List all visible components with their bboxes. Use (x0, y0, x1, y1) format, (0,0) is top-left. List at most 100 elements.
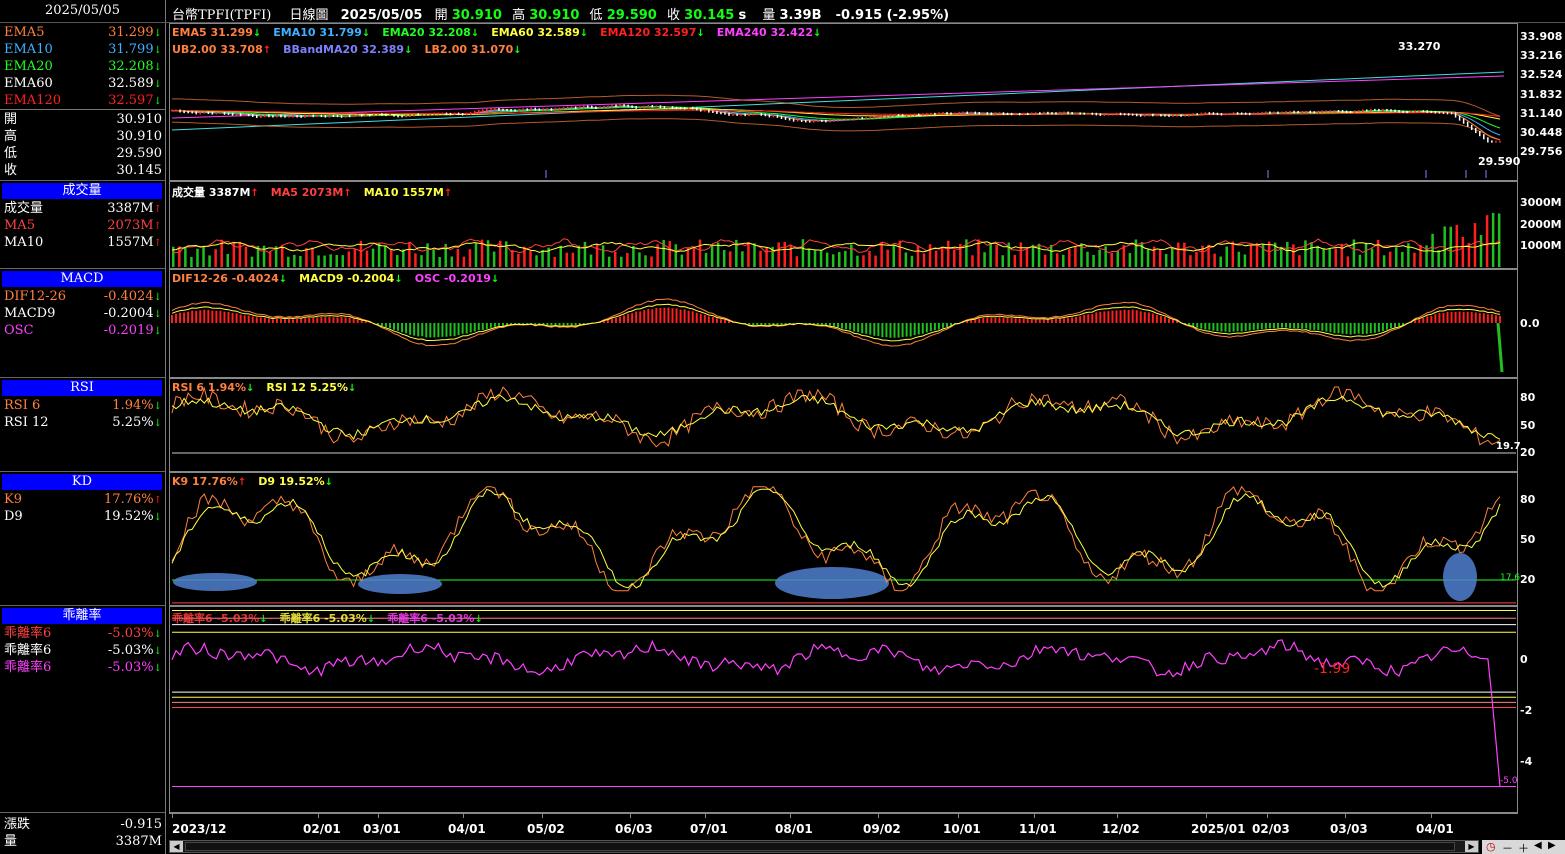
legend-item: MA10 1557M↑ (364, 186, 453, 199)
volume-bar (353, 248, 357, 267)
volume-bar (1195, 252, 1198, 267)
volume-bar (668, 241, 671, 267)
volume-bar (1382, 255, 1386, 267)
y-tick-label: 33.216 (1520, 49, 1563, 62)
clock-icon[interactable]: ◷ (1486, 840, 1496, 853)
volume-bar (559, 245, 562, 267)
volume-bar (710, 244, 714, 267)
volume-bar (989, 242, 992, 267)
volume-bar (238, 241, 242, 267)
arrow-down-icon: ↓ (278, 274, 288, 285)
y-tick-label: 1000M (1520, 239, 1562, 252)
volume-bar (190, 256, 193, 267)
scroll-left-arrow[interactable]: ◀ (170, 841, 183, 852)
arrow-up-icon: ↑ (443, 188, 453, 199)
volume-bar (783, 241, 787, 267)
scroll-right-icon[interactable]: ▶ (1548, 840, 1556, 851)
volume-bar (1334, 248, 1337, 267)
x-tick-mark (1267, 813, 1268, 818)
volume-bar (311, 247, 314, 267)
scroll-left-icon[interactable]: ◀ (1534, 840, 1542, 851)
legend-text: DIF12-26 -0.4024 (172, 272, 279, 285)
legend-text: 乖離率6 -5.03% (279, 612, 367, 625)
legend-text: EMA10 31.799 (273, 26, 362, 39)
volume-bar (686, 247, 690, 267)
volume-bar (1177, 242, 1180, 267)
y-tick-label: -4 (1520, 755, 1533, 768)
legend-item: DIF12-26 -0.4024↓ (172, 272, 287, 285)
volume-bar (1340, 243, 1344, 267)
volume-bar (1237, 251, 1241, 267)
volume-bar (747, 242, 750, 267)
legend-text: OSC -0.2019 (414, 272, 491, 285)
bband-lower-line (172, 118, 1501, 141)
volume-bar (1364, 242, 1368, 267)
volume-bar (813, 250, 817, 267)
arrow-down-icon: ↓ (470, 28, 480, 39)
legend-item: EMA240 32.422↓ (717, 26, 822, 39)
legend-item: 乖離率6 -5.03%↓ (280, 612, 376, 625)
x-tick-label: 2023/12 (172, 822, 227, 836)
y-tick-label: 33.908 (1520, 30, 1563, 43)
volume-bar (1243, 254, 1247, 267)
zoom-out-icon[interactable]: － (1502, 840, 1513, 854)
y-tick-label: 20 (1520, 573, 1536, 586)
volume-bar (365, 250, 369, 267)
volume-bar (716, 242, 720, 267)
scroll-thumb[interactable] (185, 842, 1455, 851)
macd-legend: DIF12-26 -0.4024↓ MACD9 -0.2004 ↓ OSC -0.20… (172, 272, 511, 285)
highlight-ellipse (1443, 553, 1477, 601)
volume-bar (450, 256, 454, 267)
volume-bar (1055, 253, 1059, 267)
volume-bar (838, 252, 841, 267)
arrow-down-icon: ↓ (347, 383, 357, 394)
volume-bar (729, 251, 732, 267)
volume-bar (426, 243, 429, 267)
x-tick-mark (1117, 813, 1118, 818)
volume-bar (268, 251, 272, 267)
legend-text: MA5 2073M (270, 186, 344, 199)
x-tick-label: 11/01 (1019, 822, 1057, 836)
scroll-right-arrow[interactable]: ▶ (1465, 841, 1478, 852)
rsi-marker: 19.7 (1496, 441, 1521, 452)
volume-bar (916, 245, 920, 267)
volume-bar (208, 255, 211, 267)
macd9-line (171, 303, 1501, 342)
arrow-down-icon: ↓ (361, 28, 371, 39)
low-marker: 29.590 (1478, 155, 1521, 168)
volume-bar (650, 256, 653, 267)
legend-item: 乖離率6 -5.03%↓ (172, 612, 268, 625)
horizontal-scrollbar[interactable]: ◀ ▶ (169, 840, 1479, 853)
volume-bar (1413, 252, 1416, 267)
volume-bar (511, 250, 514, 267)
volume-bar (402, 249, 405, 267)
volume-bar (1074, 247, 1077, 267)
volume-bar (632, 246, 635, 267)
x-tick-label: 04/01 (448, 822, 486, 836)
arrow-up-icon: ↑ (237, 477, 247, 488)
volume-bar (644, 255, 647, 267)
volume-bar (722, 250, 726, 267)
zoom-in-icon[interactable]: ＋ (1518, 840, 1529, 854)
volume-bar (1388, 251, 1392, 267)
y-tick-label: 50 (1520, 419, 1536, 432)
y-tick-label: 29.756 (1520, 145, 1563, 158)
legend-text: MACD9 -0.2004 (299, 272, 395, 285)
volume-bar (626, 252, 629, 267)
volume-bar (995, 245, 998, 267)
arrow-down-icon: ↓ (696, 28, 705, 39)
x-tick-label: 03/01 (363, 822, 401, 836)
legend-item: EMA20 32.208↓ (382, 26, 479, 39)
volume-bar (795, 256, 799, 267)
volume-bar (1013, 254, 1017, 267)
x-tick-mark (378, 813, 379, 818)
volume-bar (1213, 253, 1216, 267)
volume-bar (456, 249, 460, 267)
volume-bar (553, 256, 556, 267)
legend-item: UB2.00 33.708↑ (172, 43, 271, 56)
x-tick-mark (1034, 813, 1035, 818)
volume-bar (850, 244, 853, 267)
volume-bar (377, 242, 381, 267)
volume-bar (1158, 249, 1162, 267)
legend-text: RSI 12 5.25% (266, 381, 348, 394)
